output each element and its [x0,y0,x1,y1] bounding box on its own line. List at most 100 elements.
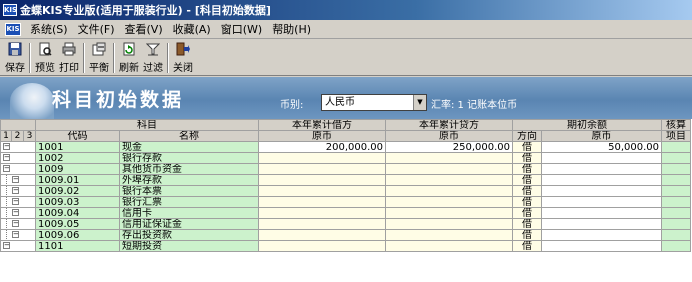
debit-cell[interactable] [258,218,387,230]
account-name-cell[interactable]: 外埠存款 [119,174,260,186]
account-name-cell[interactable]: 信用卡 [119,207,260,219]
check-item-cell[interactable] [661,152,692,164]
check-item-cell[interactable] [661,218,692,230]
menu-file[interactable]: 文件(F) [73,21,120,37]
credit-cell[interactable] [385,218,514,230]
credit-cell[interactable] [385,185,514,197]
opening-balance-cell[interactable] [541,174,663,186]
opening-balance-cell[interactable] [541,240,663,252]
account-name-cell[interactable]: 信用证保证金 [119,218,260,230]
menu-help[interactable]: 帮助(H) [267,21,316,37]
collapse-toggle-icon[interactable]: − [3,242,10,249]
account-code-cell[interactable]: 1101 [35,240,121,252]
collapse-toggle-icon[interactable]: − [3,143,10,150]
check-item-cell[interactable] [661,196,692,208]
account-name-cell[interactable]: 银行存款 [119,152,260,164]
collapse-toggle-icon[interactable]: − [12,198,19,205]
opening-balance-cell[interactable]: 50,000.00 [541,141,663,153]
level-1-button[interactable]: 1 [0,130,12,142]
print-button[interactable]: 打印 [58,40,80,74]
debit-cell[interactable] [258,240,387,252]
opening-balance-cell[interactable] [541,218,663,230]
check-item-cell[interactable] [661,174,692,186]
account-code-cell[interactable]: 1002 [35,152,121,164]
refresh-button[interactable]: 刷新 [118,40,140,74]
account-code-cell[interactable]: 1009.02 [35,185,121,197]
account-code-cell[interactable]: 1009 [35,163,121,175]
debit-cell[interactable] [258,152,387,164]
level-3-button[interactable]: 3 [22,130,37,142]
direction-cell[interactable]: 借 [512,196,543,208]
account-name-cell[interactable]: 存出投资款 [119,229,260,241]
debit-cell[interactable] [258,229,387,241]
balance-button[interactable]: 平衡 [88,40,110,74]
menu-window[interactable]: 窗口(W) [216,21,267,37]
credit-cell[interactable]: 250,000.00 [385,141,514,153]
debit-cell[interactable] [258,185,387,197]
kis-logo-icon[interactable]: KIS [5,22,21,36]
opening-balance-cell[interactable] [541,163,663,175]
credit-cell[interactable] [385,196,514,208]
direction-cell[interactable]: 借 [512,240,543,252]
opening-balance-cell[interactable] [541,152,663,164]
collapse-toggle-icon[interactable]: − [12,176,19,183]
save-button[interactable]: 保存 [4,40,26,74]
account-code-cell[interactable]: 1009.01 [35,174,121,186]
collapse-toggle-icon[interactable]: − [12,220,19,227]
direction-cell[interactable]: 借 [512,141,543,153]
direction-cell[interactable]: 借 [512,152,543,164]
account-name-cell[interactable]: 银行汇票 [119,196,260,208]
chevron-down-icon[interactable]: ▼ [413,95,426,110]
print-icon [61,42,77,56]
close-button[interactable]: 关闭 [172,40,194,74]
check-item-cell[interactable] [661,229,692,241]
menu-favorites[interactable]: 收藏(A) [168,21,216,37]
account-code-cell[interactable]: 1009.04 [35,207,121,219]
check-item-cell[interactable] [661,240,692,252]
credit-cell[interactable] [385,207,514,219]
credit-cell[interactable] [385,240,514,252]
debit-cell[interactable] [258,196,387,208]
credit-cell[interactable] [385,152,514,164]
direction-cell[interactable]: 借 [512,163,543,175]
account-name-cell[interactable]: 其他货币资金 [119,163,260,175]
debit-cell[interactable] [258,207,387,219]
opening-balance-cell[interactable] [541,185,663,197]
menu-view[interactable]: 查看(V) [120,21,168,37]
collapse-toggle-icon[interactable]: − [3,154,10,161]
debit-cell[interactable]: 200,000.00 [258,141,387,153]
currency-select[interactable]: 人民币 ▼ [321,94,427,111]
direction-cell[interactable]: 借 [512,218,543,230]
account-code-cell[interactable]: 1001 [35,141,121,153]
collapse-toggle-icon[interactable]: − [12,187,19,194]
check-item-cell[interactable] [661,185,692,197]
opening-balance-cell[interactable] [541,229,663,241]
account-code-cell[interactable]: 1009.05 [35,218,121,230]
credit-cell[interactable] [385,174,514,186]
account-name-cell[interactable]: 现金 [119,141,260,153]
opening-balance-cell[interactable] [541,207,663,219]
direction-cell[interactable]: 借 [512,185,543,197]
direction-cell[interactable]: 借 [512,229,543,241]
opening-balance-cell[interactable] [541,196,663,208]
collapse-toggle-icon[interactable]: − [12,231,19,238]
account-name-cell[interactable]: 短期投资 [119,240,260,252]
menu-system[interactable]: 系统(S) [25,21,73,37]
account-code-cell[interactable]: 1009.03 [35,196,121,208]
collapse-toggle-icon[interactable]: − [3,165,10,172]
credit-cell[interactable] [385,163,514,175]
collapse-toggle-icon[interactable]: − [12,209,19,216]
credit-cell[interactable] [385,229,514,241]
direction-cell[interactable]: 借 [512,207,543,219]
direction-cell[interactable]: 借 [512,174,543,186]
check-item-cell[interactable] [661,163,692,175]
level-2-button[interactable]: 2 [11,130,24,142]
check-item-cell[interactable] [661,141,692,153]
check-item-cell[interactable] [661,207,692,219]
filter-button[interactable]: 过滤 [142,40,164,74]
debit-cell[interactable] [258,163,387,175]
account-code-cell[interactable]: 1009.06 [35,229,121,241]
preview-button[interactable]: 预览 [34,40,56,74]
account-name-cell[interactable]: 银行本票 [119,185,260,197]
debit-cell[interactable] [258,174,387,186]
